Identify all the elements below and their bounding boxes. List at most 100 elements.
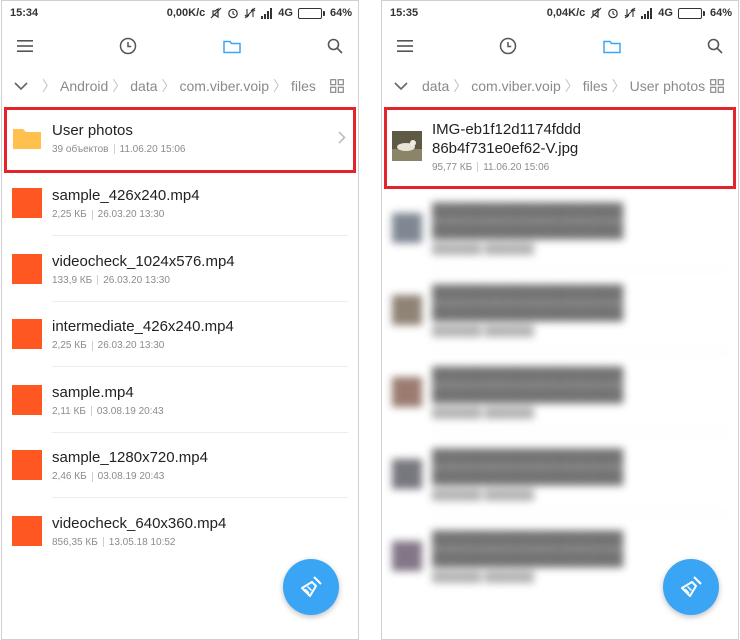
item-name: sample.mp4 (52, 383, 134, 401)
view-toggle-button[interactable] (706, 75, 728, 97)
video-file-icon (12, 515, 42, 546)
menu-button[interactable] (394, 35, 416, 57)
breadcrumb-item[interactable]: files (291, 78, 316, 94)
collapse-path-button[interactable] (390, 75, 412, 97)
folder-icon (602, 40, 621, 54)
item-date: 11.06.20 15:06 (483, 161, 550, 173)
menu-button[interactable] (14, 35, 36, 57)
item-date: 13.05.18 10:52 (108, 536, 176, 548)
list-item[interactable]: sample_1280x720.mp4 2,46 КБ 03.08.19 20:4… (2, 433, 358, 498)
item-date: 03.08.19 20:43 (97, 471, 165, 483)
breadcrumb-item[interactable]: data (130, 78, 157, 94)
item-size: 133,9 КБ (52, 274, 93, 286)
battery-icon (677, 7, 705, 19)
image-thumbnail (392, 459, 422, 489)
search-icon (327, 38, 343, 54)
breadcrumb-item[interactable]: data (422, 78, 449, 94)
image-thumbnail (392, 295, 422, 325)
breadcrumb-separator: 〉 (161, 78, 176, 94)
breadcrumb-separator: 〉 (42, 78, 56, 94)
image-thumbnail (392, 377, 422, 407)
blurred-text: ███████ ███████ (432, 325, 534, 337)
list-item-blurred[interactable]: ██████████████████ ██████████████████ ██… (382, 187, 738, 269)
breadcrumb-item[interactable]: com.viber.voip (471, 78, 560, 94)
blurred-text: ██████████████████ (432, 366, 624, 384)
blurred-text: ███████ ███████ (432, 407, 534, 419)
data-off-icon (624, 7, 636, 19)
battery-icon (297, 7, 325, 19)
breadcrumb-path: data 〉 com.viber.voip 〉 files 〉 User pho… (422, 76, 706, 96)
blurred-text: ███████ ███████ (432, 243, 534, 255)
blurred-text: ██████████████████ (432, 221, 624, 239)
blurred-text: ██████████████████ (432, 303, 624, 321)
chevron-down-icon (14, 81, 28, 90)
chevron-down-icon (394, 81, 408, 90)
status-time: 15:34 (10, 7, 39, 19)
list-item[interactable]: videocheck_640x360.mp4 856,35 КБ 13.05.18… (2, 498, 358, 564)
video-file-icon (12, 384, 42, 415)
list-item-image[interactable]: IMG-eb1f12d1174fddd 86b4f731e0ef62-V.jpg… (382, 105, 738, 187)
list-item[interactable]: videocheck_1024x576.mp4 133,9 КБ 26.03.20… (2, 236, 358, 302)
list-item-blurred[interactable]: ██████████████████ ██████████████████ ██… (382, 351, 738, 433)
item-name: sample_426x240.mp4 (52, 187, 200, 205)
battery-percent: 64% (329, 7, 352, 19)
breadcrumb-item[interactable]: User photos (630, 78, 705, 94)
blurred-text: ██████████████████ (432, 448, 624, 466)
breadcrumb-item[interactable]: com.viber.voip (180, 78, 269, 94)
status-time: 15:35 (390, 7, 419, 19)
chevron-right-icon (336, 130, 348, 146)
item-name-line2: 86b4f731e0ef62-V.jpg (432, 139, 579, 157)
breadcrumb: data 〉 com.viber.voip 〉 files 〉 User pho… (382, 67, 738, 105)
list-item-blurred[interactable]: ██████████████████ ██████████████████ ██… (382, 269, 738, 351)
phone-screen-right: 15:35 0,04K/c 4G 64% data 〉 com.viber.vo… (381, 0, 739, 640)
network-speed: 0,00K/c (166, 7, 206, 19)
video-file-icon (12, 188, 42, 219)
collapse-path-button[interactable] (10, 75, 32, 97)
list-item-blurred[interactable]: ██████████████████ ██████████████████ ██… (382, 433, 738, 515)
menu-icon (17, 40, 33, 52)
item-size: 2,11 КБ (52, 405, 86, 417)
list-item[interactable]: sample.mp4 2,11 КБ 03.08.19 20:43 (2, 367, 358, 433)
history-icon (500, 37, 517, 55)
item-name-line1: IMG-eb1f12d1174fddd (432, 120, 581, 138)
alarm-icon (608, 8, 619, 19)
item-size: 856,35 КБ (52, 536, 98, 548)
blurred-text: ██████████████████ (432, 202, 624, 220)
file-list: User photos 39 объектов 11.06.20 15:06 sa… (2, 105, 358, 564)
history-tab[interactable] (497, 35, 519, 57)
image-thumbnail (392, 213, 422, 243)
blurred-text: ██████████████████ (432, 467, 624, 485)
history-tab[interactable] (117, 35, 139, 57)
breadcrumb-path: 〉 Android 〉 data 〉 com.viber.voip 〉 file… (38, 76, 326, 96)
breadcrumb-separator: 〉 (564, 78, 579, 94)
mute-icon (590, 7, 602, 19)
status-bar: 15:34 0,00K/c 4G 64% (2, 1, 358, 25)
clean-button[interactable] (663, 559, 719, 615)
network-type: 4G (278, 7, 293, 19)
files-tab[interactable] (221, 35, 243, 57)
breadcrumb-item[interactable]: Android (60, 78, 108, 94)
item-date: 26.03.20 13:30 (97, 340, 165, 352)
view-toggle-button[interactable] (326, 75, 348, 97)
breadcrumb-item[interactable]: files (583, 78, 608, 94)
broom-icon (681, 576, 702, 597)
network-type: 4G (658, 7, 673, 19)
list-item-folder[interactable]: User photos 39 объектов 11.06.20 15:06 (2, 105, 358, 171)
item-name: User photos (52, 121, 133, 139)
search-button[interactable] (704, 35, 726, 57)
file-list: IMG-eb1f12d1174fddd 86b4f731e0ef62-V.jpg… (382, 105, 738, 597)
search-button[interactable] (324, 35, 346, 57)
item-name: videocheck_1024x576.mp4 (52, 252, 235, 270)
files-tab[interactable] (601, 35, 623, 57)
signal-icon (261, 7, 273, 19)
clean-button[interactable] (283, 559, 339, 615)
grid-icon (710, 79, 724, 93)
image-thumbnail (392, 131, 422, 161)
item-name: sample_1280x720.mp4 (52, 449, 208, 467)
list-item[interactable]: sample_426x240.mp4 2,25 КБ 26.03.20 13:30 (2, 171, 358, 236)
toolbar (2, 25, 358, 67)
list-item[interactable]: intermediate_426x240.mp4 2,25 КБ 26.03.20… (2, 302, 358, 367)
item-date: 26.03.20 13:30 (103, 274, 170, 286)
alarm-icon (228, 8, 239, 19)
broom-icon (301, 576, 322, 597)
